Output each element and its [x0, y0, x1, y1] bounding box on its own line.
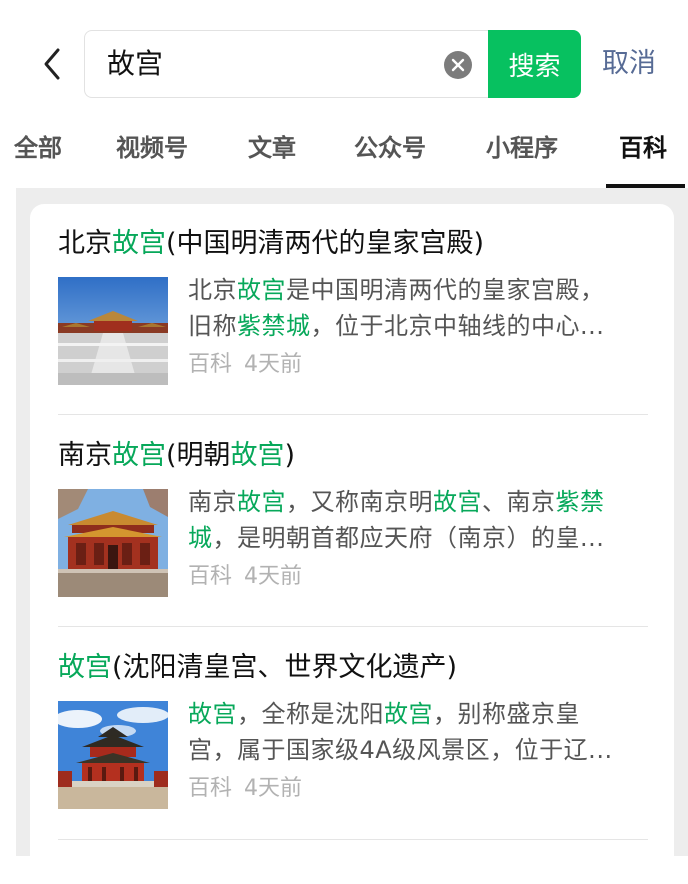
category-tabs: 全部 视频号 文章 公众号 小程序 百科: [0, 126, 688, 190]
shenyang-palace-photo-icon: [58, 701, 168, 809]
search-button[interactable]: 搜索: [488, 30, 581, 98]
result-meta: 百科 4天前: [188, 564, 303, 589]
results-card: 北京故宫(中国明清两代的皇家宫殿) 北京故宫是中国明清两代的皇家宫殿， 旧称紫禁…: [30, 204, 674, 884]
list-item[interactable]: 北京故宫(中国明清两代的皇家宫殿) 北京故宫是中国明清两代的皇家宫殿， 旧称紫禁…: [58, 224, 648, 414]
result-title[interactable]: 南京故宫(明朝故宫): [58, 436, 648, 476]
divider: [58, 839, 648, 840]
result-snippet: 北京故宫是中国明清两代的皇家宫殿， 旧称紫禁城，位于北京中轴线的中心...: [188, 276, 605, 340]
close-icon: [451, 58, 465, 72]
list-item[interactable]: 南京故宫(明朝故宫) 南京故宫，又称南京明故宫、南京紫禁 城，是明朝首都应天府（…: [58, 436, 648, 626]
tab-channels[interactable]: 视频号: [116, 132, 188, 164]
chevron-left-icon: [44, 48, 60, 80]
tab-encyclopedia[interactable]: 百科: [619, 132, 667, 164]
result-thumbnail[interactable]: [58, 277, 168, 385]
result-snippet: 南京故宫，又称南京明故宫、南京紫禁 城，是明朝首都应天府（南京）的皇...: [188, 488, 605, 552]
divider: [58, 626, 648, 627]
tab-official-accounts[interactable]: 公众号: [354, 132, 426, 164]
result-thumbnail[interactable]: [58, 489, 168, 597]
forbidden-city-photo-icon: [58, 277, 168, 385]
search-query-text: 故宫: [107, 47, 164, 80]
tab-all[interactable]: 全部: [14, 132, 62, 164]
nanjing-palace-photo-icon: [58, 489, 168, 597]
cancel-button[interactable]: 取消: [602, 46, 656, 82]
divider: [58, 414, 648, 415]
back-button[interactable]: [34, 44, 74, 84]
result-title[interactable]: 故宫(沈阳清皇宫、世界文化遗产): [58, 648, 648, 688]
result-thumbnail[interactable]: [58, 701, 168, 809]
result-meta: 百科 4天前: [188, 352, 303, 377]
result-meta: 百科 4天前: [188, 776, 303, 801]
clear-search-button[interactable]: [444, 51, 472, 79]
list-item[interactable]: 故宫(沈阳清皇宫、世界文化遗产) 故宫，全称是沈阳故宫，别称盛京皇 宫，属于国家…: [58, 648, 648, 838]
tab-mini-programs[interactable]: 小程序: [486, 132, 558, 164]
result-snippet: 故宫，全称是沈阳故宫，别称盛京皇 宫，属于国家级4A级风景区，位于辽...: [188, 700, 613, 764]
tab-articles[interactable]: 文章: [248, 132, 296, 164]
result-title[interactable]: 北京故宫(中国明清两代的皇家宫殿): [58, 224, 648, 264]
search-input[interactable]: 故宫: [84, 30, 488, 98]
